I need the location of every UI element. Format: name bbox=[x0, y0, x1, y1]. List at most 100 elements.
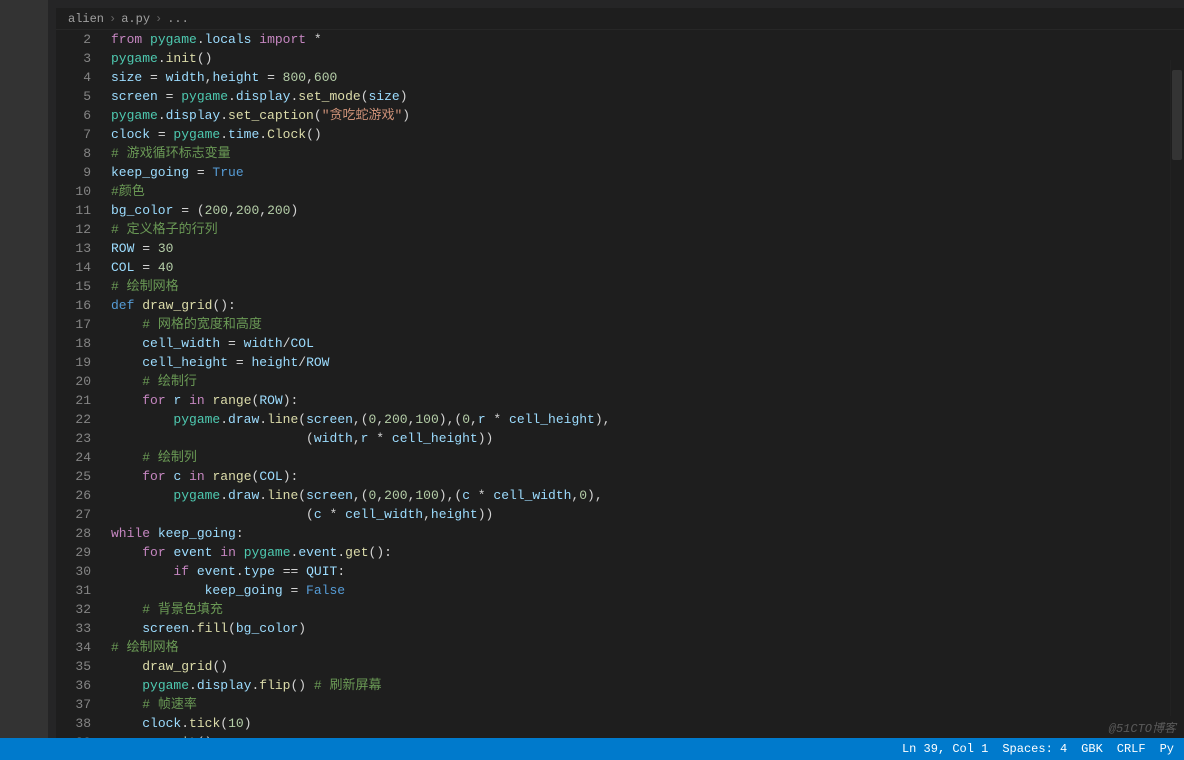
code-line[interactable]: 30 if event.type == QUIT: bbox=[56, 562, 1184, 581]
line-content[interactable]: pygame.init() bbox=[111, 49, 1184, 68]
line-number[interactable]: 7 bbox=[56, 125, 111, 144]
line-number[interactable]: 20 bbox=[56, 372, 111, 391]
code-line[interactable]: 36 pygame.display.flip() # 刷新屏幕 bbox=[56, 676, 1184, 695]
breadcrumb-file[interactable]: a.py bbox=[121, 12, 150, 26]
line-number[interactable]: 19 bbox=[56, 353, 111, 372]
line-content[interactable]: # 绘制列 bbox=[111, 448, 1184, 467]
line-content[interactable]: ROW = 30 bbox=[111, 239, 1184, 258]
line-content[interactable]: pygame.display.set_caption("贪吃蛇游戏") bbox=[111, 106, 1184, 125]
code-line[interactable]: 18 cell_width = width/COL bbox=[56, 334, 1184, 353]
code-line[interactable]: 3pygame.init() bbox=[56, 49, 1184, 68]
code-line[interactable]: 26 pygame.draw.line(screen,(0,200,100),(… bbox=[56, 486, 1184, 505]
status-line-col[interactable]: Ln 39, Col 1 bbox=[902, 742, 988, 756]
status-eol[interactable]: CRLF bbox=[1117, 742, 1146, 756]
line-number[interactable]: 9 bbox=[56, 163, 111, 182]
line-number[interactable]: 13 bbox=[56, 239, 111, 258]
line-content[interactable]: clock = pygame.time.Clock() bbox=[111, 125, 1184, 144]
code-line[interactable]: 21 for r in range(ROW): bbox=[56, 391, 1184, 410]
line-content[interactable]: draw_grid() bbox=[111, 657, 1184, 676]
line-content[interactable]: pygame.draw.line(screen,(0,200,100),(c *… bbox=[111, 486, 1184, 505]
line-number[interactable]: 4 bbox=[56, 68, 111, 87]
line-content[interactable]: keep_going = False bbox=[111, 581, 1184, 600]
code-line[interactable]: 9keep_going = True bbox=[56, 163, 1184, 182]
line-number[interactable]: 3 bbox=[56, 49, 111, 68]
line-number[interactable]: 18 bbox=[56, 334, 111, 353]
line-number[interactable]: 24 bbox=[56, 448, 111, 467]
code-line[interactable]: 20 # 绘制行 bbox=[56, 372, 1184, 391]
code-line[interactable]: 29 for event in pygame.event.get(): bbox=[56, 543, 1184, 562]
line-content[interactable]: (width,r * cell_height)) bbox=[111, 429, 1184, 448]
line-number[interactable]: 30 bbox=[56, 562, 111, 581]
line-content[interactable]: # 绘制行 bbox=[111, 372, 1184, 391]
line-content[interactable]: # 绘制网格 bbox=[111, 638, 1184, 657]
line-number[interactable]: 26 bbox=[56, 486, 111, 505]
line-content[interactable]: for r in range(ROW): bbox=[111, 391, 1184, 410]
line-number[interactable]: 38 bbox=[56, 714, 111, 733]
line-number[interactable]: 37 bbox=[56, 695, 111, 714]
line-number[interactable]: 16 bbox=[56, 296, 111, 315]
line-content[interactable]: pygame.draw.line(screen,(0,200,100),(0,r… bbox=[111, 410, 1184, 429]
line-content[interactable]: pygame.display.flip() # 刷新屏幕 bbox=[111, 676, 1184, 695]
line-content[interactable]: cell_height = height/ROW bbox=[111, 353, 1184, 372]
line-content[interactable]: if event.type == QUIT: bbox=[111, 562, 1184, 581]
code-line[interactable]: 6pygame.display.set_caption("贪吃蛇游戏") bbox=[56, 106, 1184, 125]
code-line[interactable]: 32 # 背景色填充 bbox=[56, 600, 1184, 619]
breadcrumb-more[interactable]: ... bbox=[167, 12, 189, 26]
line-number[interactable]: 6 bbox=[56, 106, 111, 125]
line-number[interactable]: 10 bbox=[56, 182, 111, 201]
line-number[interactable]: 28 bbox=[56, 524, 111, 543]
line-number[interactable]: 29 bbox=[56, 543, 111, 562]
line-content[interactable]: # 帧速率 bbox=[111, 695, 1184, 714]
line-number[interactable]: 32 bbox=[56, 600, 111, 619]
line-content[interactable]: # 网格的宽度和高度 bbox=[111, 315, 1184, 334]
code-line[interactable]: 35 draw_grid() bbox=[56, 657, 1184, 676]
code-line[interactable]: 8# 游戏循环标志变量 bbox=[56, 144, 1184, 163]
line-content[interactable]: size = width,height = 800,600 bbox=[111, 68, 1184, 87]
code-line[interactable]: 4size = width,height = 800,600 bbox=[56, 68, 1184, 87]
code-line[interactable]: 5screen = pygame.display.set_mode(size) bbox=[56, 87, 1184, 106]
line-content[interactable]: def draw_grid(): bbox=[111, 296, 1184, 315]
code-line[interactable]: 33 screen.fill(bg_color) bbox=[56, 619, 1184, 638]
code-line[interactable]: 2from pygame.locals import * bbox=[56, 30, 1184, 49]
code-line[interactable]: 38 clock.tick(10) bbox=[56, 714, 1184, 733]
code-line[interactable]: 10#颜色 bbox=[56, 182, 1184, 201]
code-line[interactable]: 17 # 网格的宽度和高度 bbox=[56, 315, 1184, 334]
line-content[interactable]: for c in range(COL): bbox=[111, 467, 1184, 486]
code-line[interactable]: 19 cell_height = height/ROW bbox=[56, 353, 1184, 372]
line-number[interactable]: 23 bbox=[56, 429, 111, 448]
side-bar[interactable] bbox=[48, 0, 56, 760]
code-line[interactable]: 16def draw_grid(): bbox=[56, 296, 1184, 315]
code-line[interactable]: 23 (width,r * cell_height)) bbox=[56, 429, 1184, 448]
line-content[interactable]: # 绘制网格 bbox=[111, 277, 1184, 296]
scrollbar-thumb[interactable] bbox=[1172, 70, 1182, 160]
code-line[interactable]: 15# 绘制网格 bbox=[56, 277, 1184, 296]
breadcrumb[interactable]: alien › a.py › ... bbox=[56, 8, 1184, 30]
code-line[interactable]: 25 for c in range(COL): bbox=[56, 467, 1184, 486]
code-line[interactable]: 11bg_color = (200,200,200) bbox=[56, 201, 1184, 220]
line-number[interactable]: 25 bbox=[56, 467, 111, 486]
status-encoding[interactable]: GBK bbox=[1081, 742, 1103, 756]
line-number[interactable]: 21 bbox=[56, 391, 111, 410]
line-content[interactable]: #颜色 bbox=[111, 182, 1184, 201]
line-number[interactable]: 8 bbox=[56, 144, 111, 163]
line-number[interactable]: 12 bbox=[56, 220, 111, 239]
code-editor[interactable]: 2from pygame.locals import *3pygame.init… bbox=[56, 30, 1184, 738]
line-content[interactable]: for event in pygame.event.get(): bbox=[111, 543, 1184, 562]
code-line[interactable]: 12# 定义格子的行列 bbox=[56, 220, 1184, 239]
code-line[interactable]: 24 # 绘制列 bbox=[56, 448, 1184, 467]
line-number[interactable]: 31 bbox=[56, 581, 111, 600]
line-number[interactable]: 15 bbox=[56, 277, 111, 296]
line-number[interactable]: 22 bbox=[56, 410, 111, 429]
line-number[interactable]: 34 bbox=[56, 638, 111, 657]
line-content[interactable]: cell_width = width/COL bbox=[111, 334, 1184, 353]
line-content[interactable]: keep_going = True bbox=[111, 163, 1184, 182]
line-number[interactable]: 11 bbox=[56, 201, 111, 220]
line-content[interactable]: # 定义格子的行列 bbox=[111, 220, 1184, 239]
line-number[interactable]: 35 bbox=[56, 657, 111, 676]
code-line[interactable]: 34# 绘制网格 bbox=[56, 638, 1184, 657]
line-content[interactable]: from pygame.locals import * bbox=[111, 30, 1184, 49]
line-number[interactable]: 36 bbox=[56, 676, 111, 695]
line-content[interactable]: clock.tick(10) bbox=[111, 714, 1184, 733]
code-line[interactable]: 28while keep_going: bbox=[56, 524, 1184, 543]
breadcrumb-folder[interactable]: alien bbox=[68, 12, 104, 26]
